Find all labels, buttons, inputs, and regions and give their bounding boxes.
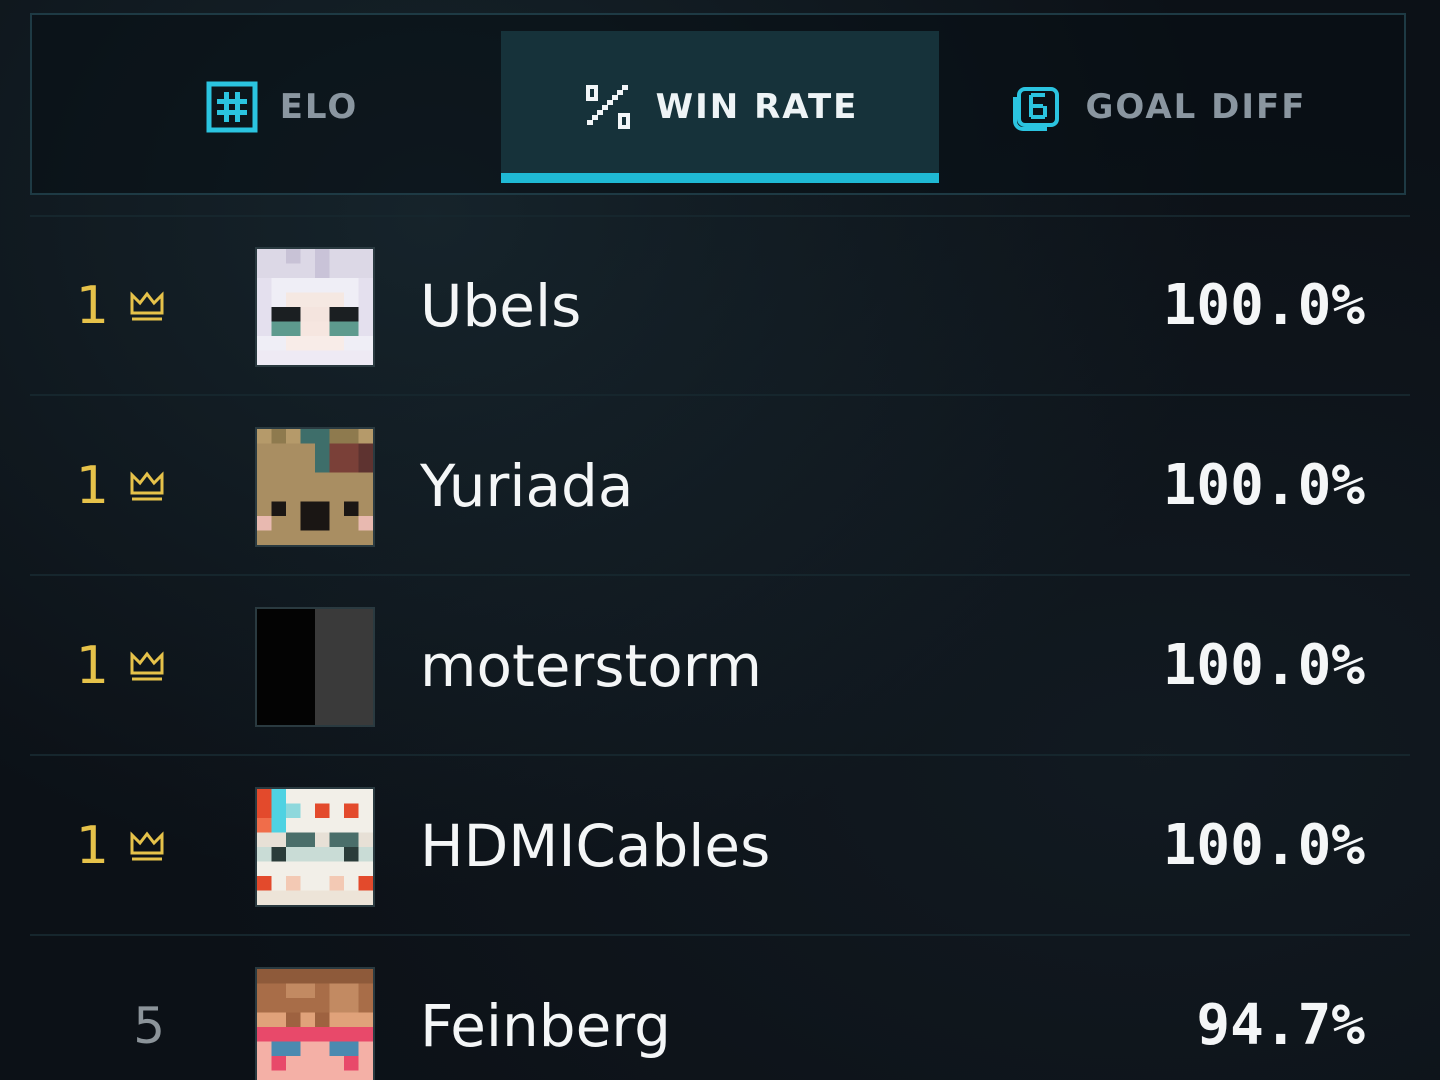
crown-icon: [130, 291, 164, 321]
player-avatar: [255, 607, 375, 727]
crown-icon: [130, 651, 164, 681]
hash-icon: [206, 81, 258, 133]
player-name: moterstorm: [420, 632, 763, 700]
rank-cell: 1: [30, 217, 165, 395]
tab-goal-diff-label: GOAL DIFF: [1085, 87, 1307, 127]
player-avatar: [255, 967, 375, 1080]
tab-elo[interactable]: ELO: [62, 31, 502, 183]
rank-cell: 1: [30, 757, 165, 935]
rank-number: 1: [75, 636, 109, 696]
win-rate-value: 100.0%: [1162, 273, 1365, 338]
rank-cell: 5: [30, 937, 165, 1080]
rank-number: 1: [75, 456, 109, 516]
rank-number: 5: [133, 997, 165, 1055]
win-rate-value: 100.0%: [1162, 633, 1365, 698]
leaderboard-row[interactable]: 1: [30, 217, 1410, 395]
tab-elo-label: ELO: [279, 87, 359, 127]
rank-cell: 1: [30, 397, 165, 575]
player-avatar: [255, 247, 375, 367]
crown-icon: [130, 471, 164, 501]
win-rate-value: 94.7%: [1196, 993, 1365, 1058]
player-name: Yuriada: [420, 452, 634, 520]
leaderboard-row[interactable]: 1: [30, 757, 1410, 935]
tab-goal-diff[interactable]: GOAL DIFF: [939, 31, 1379, 183]
player-avatar: [255, 787, 375, 907]
rank-number: 1: [75, 276, 109, 336]
player-name: Ubels: [420, 272, 582, 340]
leaderboard-row[interactable]: 1: [30, 397, 1410, 575]
win-rate-value: 100.0%: [1162, 813, 1365, 878]
player-avatar: [255, 427, 375, 547]
rank-cell: 1: [30, 577, 165, 755]
player-name: HDMICables: [420, 812, 771, 880]
stat-tab-bar: ELO WIN RATE GOAL DIFF: [30, 13, 1406, 195]
percent-icon: [585, 85, 630, 129]
leaderboard-row[interactable]: 1 moterstorm 100.0%: [30, 577, 1410, 755]
leaderboard-app: ELO WIN RATE GOAL DIFF 1 Ubels 100.0% 1 …: [0, 0, 1440, 1080]
leaderboard-row[interactable]: 5 Feinberg 94.7%: [30, 937, 1410, 1080]
tab-win-rate[interactable]: WIN RATE: [501, 31, 939, 183]
crown-icon: [130, 831, 164, 861]
rank-number: 1: [75, 816, 109, 876]
win-rate-value: 100.0%: [1162, 453, 1365, 518]
tab-win-rate-label: WIN RATE: [655, 87, 859, 127]
player-name: Feinberg: [420, 992, 671, 1060]
goal-diff-icon: [1013, 87, 1060, 131]
